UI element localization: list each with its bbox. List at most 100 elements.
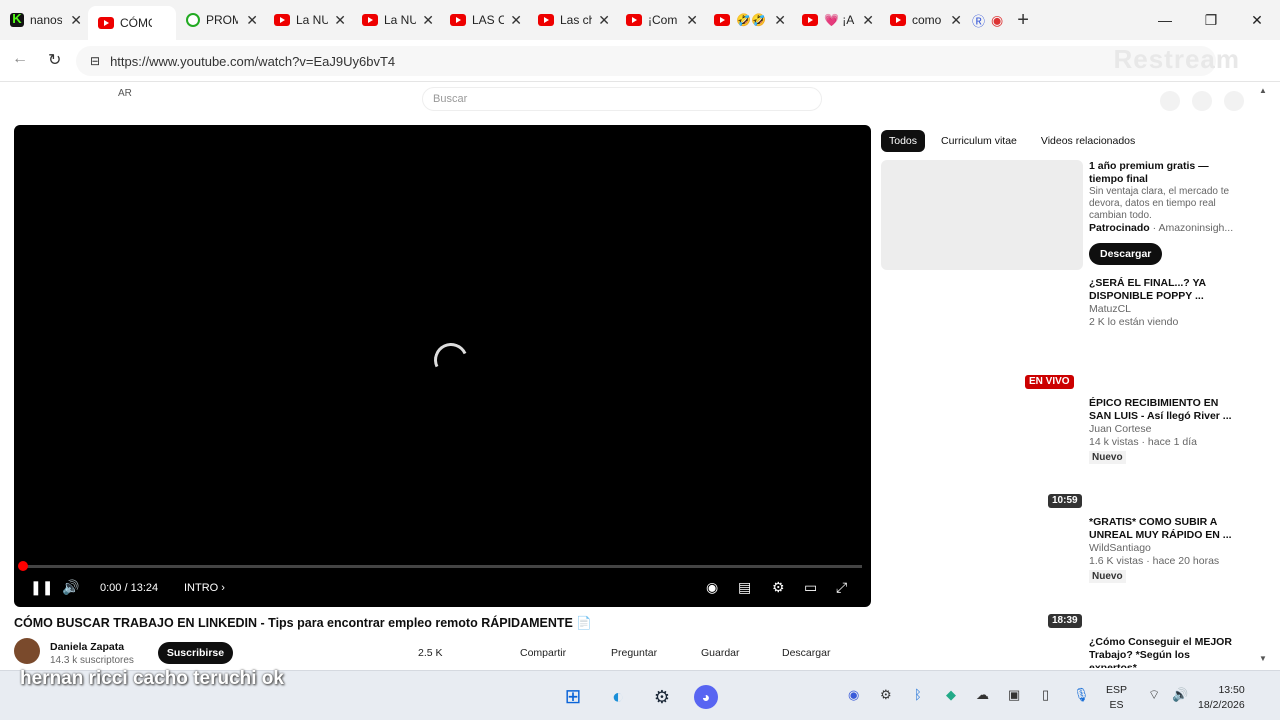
close-window-button[interactable]: ✕ xyxy=(1234,0,1280,40)
create-icon[interactable] xyxy=(1160,91,1180,111)
browser-tab[interactable]: ¡Com ✕ xyxy=(616,4,704,36)
microphone-icon[interactable]: 🎙 xyxy=(1073,687,1090,703)
browser-tab[interactable]: como ✕ xyxy=(880,4,968,36)
onedrive-icon[interactable]: ☁ xyxy=(976,687,989,703)
browser-tab[interactable]: Knanos ✕ xyxy=(0,4,88,36)
duration-badge: 10:59 xyxy=(1048,494,1082,508)
rec-title: ÉPICO RECIBIMIENTO EN SAN LUIS - Así lle… xyxy=(1089,397,1232,422)
chapter-button[interactable]: INTRO › xyxy=(184,582,225,594)
maximize-button[interactable]: ❐ xyxy=(1188,0,1234,40)
player-controls: ❚❚ 🔊 0:00 / 13:24 INTRO › ◉ ▤ ⚙ ▭ ⤢ xyxy=(14,575,871,599)
close-tab-icon[interactable]: ✕ xyxy=(510,12,522,29)
site-info-icon[interactable]: ⊟ xyxy=(90,54,100,68)
browser-tab-active[interactable]: CÓMO xyxy=(88,6,176,40)
close-tab-icon[interactable]: ✕ xyxy=(950,12,962,29)
close-tab-icon[interactable]: ✕ xyxy=(774,12,786,29)
save-button[interactable]: Guardar xyxy=(701,647,740,659)
like-button[interactable]: 2.5 K xyxy=(418,647,443,659)
wifi-icon[interactable]: ⌔ xyxy=(1148,687,1160,703)
url-field[interactable]: ⊟ https://www.youtube.com/watch?v=EaJ9Uy… xyxy=(76,46,1216,76)
youtube-icon xyxy=(98,17,114,29)
battery-icon[interactable]: ▯ xyxy=(1042,687,1049,703)
input-language[interactable]: ESP ES xyxy=(1106,683,1127,713)
bluetooth-icon[interactable]: ᛒ xyxy=(914,687,922,702)
chip-all[interactable]: Todos xyxy=(881,130,926,152)
ad-card[interactable]: 1 año premium gratis — tiempo final Sin … xyxy=(1089,160,1239,265)
youtube-icon xyxy=(362,14,378,26)
record-icon[interactable]: ◉ xyxy=(991,12,1003,29)
browser-tab[interactable]: La NU ✕ xyxy=(352,4,440,36)
recommendation-item[interactable]: *GRATIS* COMO SUBIR A UNREAL MUY RÁPIDO … xyxy=(1089,516,1239,583)
speaker-icon[interactable]: 🔊 xyxy=(1172,687,1188,703)
share-button[interactable]: Compartir xyxy=(520,647,566,659)
tab-title: LAS C xyxy=(472,13,504,27)
scroll-down-icon[interactable]: ▼ xyxy=(1259,654,1267,663)
tray-app2-icon[interactable]: ◆ xyxy=(946,687,956,703)
notifications-icon[interactable] xyxy=(1192,91,1212,111)
system-clock[interactable]: 13:50 18/2/2026 xyxy=(1198,683,1245,713)
tray-app-icon[interactable]: ◉ xyxy=(848,687,859,703)
steam-tray-icon[interactable]: ⚙ xyxy=(880,687,892,703)
windows-start-icon[interactable]: ⊞ xyxy=(561,685,585,709)
close-tab-icon[interactable]: ✕ xyxy=(862,12,874,29)
close-tab-icon[interactable]: ✕ xyxy=(422,12,434,29)
recommendation-item[interactable]: ¿Cómo Conseguir el MEJOR Trabajo? *Según… xyxy=(1089,636,1239,668)
avatar-icon[interactable] xyxy=(1224,91,1244,111)
new-tab-button[interactable]: + xyxy=(1017,9,1029,32)
browser-tab[interactable]: 🤣🤣 ✕ xyxy=(704,4,792,36)
youtube-icon xyxy=(802,14,818,26)
volume-icon[interactable]: 🔊 xyxy=(62,579,79,596)
recommendation-item[interactable]: ¿SERÁ EL FINAL...? YA DISPONIBLE POPPY .… xyxy=(1089,277,1239,329)
browser-tab[interactable]: 💗 ¡A ✕ xyxy=(792,4,880,36)
subtitles-icon[interactable]: ▤ xyxy=(738,579,751,596)
youtube-icon xyxy=(450,14,466,26)
recommendation-item[interactable]: ÉPICO RECIBIMIENTO EN SAN LUIS - Así lle… xyxy=(1089,397,1239,464)
close-tab-icon[interactable]: ✕ xyxy=(598,12,610,29)
close-tab-icon[interactable]: ✕ xyxy=(686,12,698,29)
progress-bar[interactable] xyxy=(18,561,862,571)
autoplay-toggle-icon[interactable]: ◉ xyxy=(706,579,718,596)
stream-chat-overlay: hernan ricci cacho teruchi ok xyxy=(20,668,284,689)
chip-related[interactable]: Videos relacionados xyxy=(1033,130,1143,152)
settings-icon[interactable]: ⚙ xyxy=(772,579,785,596)
tab-title: 🤣🤣 xyxy=(736,13,766,27)
page-scrollbar[interactable]: ▲ ▼ xyxy=(1258,86,1268,666)
close-tab-icon[interactable]: ✕ xyxy=(334,12,346,29)
browser-tab[interactable]: La NU ✕ xyxy=(264,4,352,36)
scroll-up-icon[interactable]: ▲ xyxy=(1259,86,1267,95)
discord-icon[interactable]: ◕ xyxy=(694,685,718,709)
browser-tab[interactable]: PROM ✕ xyxy=(176,4,264,36)
extension-icon[interactable]: Ⓡ xyxy=(972,11,985,30)
scrubber-handle[interactable] xyxy=(18,561,28,571)
steam-icon[interactable]: ⚙ xyxy=(650,685,674,709)
subscribe-button[interactable]: Suscribirse xyxy=(158,642,233,664)
edge-icon[interactable]: ◐ xyxy=(606,685,630,709)
rec-channel: MatuzCL xyxy=(1089,303,1132,315)
channel-name[interactable]: Daniela Zapata xyxy=(50,641,124,653)
ad-download-button[interactable]: Descargar xyxy=(1089,243,1163,265)
rec-title: ¿Cómo Conseguir el MEJOR Trabajo? *Según… xyxy=(1089,636,1232,668)
channel-avatar[interactable] xyxy=(14,638,40,664)
ask-button[interactable]: Preguntar xyxy=(611,647,657,659)
reload-icon[interactable]: ↻ xyxy=(48,50,61,70)
download-button[interactable]: Descargar xyxy=(782,647,830,659)
close-tab-icon[interactable]: ✕ xyxy=(246,12,258,29)
ad-thumbnail[interactable] xyxy=(881,160,1083,270)
browser-tab[interactable]: Las ch ✕ xyxy=(528,4,616,36)
youtube-icon xyxy=(626,14,642,26)
video-player[interactable]: ❚❚ 🔊 0:00 / 13:24 INTRO › ◉ ▤ ⚙ ▭ ⤢ xyxy=(14,125,871,607)
gamepad-icon[interactable]: ▣ xyxy=(1008,687,1020,703)
address-bar-row: ← ↻ ⊟ https://www.youtube.com/watch?v=Ea… xyxy=(0,40,1280,82)
tab-title: ¡Com xyxy=(648,13,678,27)
close-tab-icon[interactable]: ✕ xyxy=(70,12,82,29)
search-input[interactable]: Buscar xyxy=(422,87,822,111)
rec-meta: 2 K lo están viendo xyxy=(1089,316,1179,328)
back-icon[interactable]: ← xyxy=(12,50,28,68)
kick-icon: K xyxy=(10,12,24,27)
minimize-button[interactable]: — xyxy=(1142,0,1188,40)
browser-tab[interactable]: LAS C ✕ xyxy=(440,4,528,36)
theater-mode-icon[interactable]: ▭ xyxy=(804,579,817,596)
fullscreen-icon[interactable]: ⤢ xyxy=(836,579,847,596)
chip-cv[interactable]: Curriculum vitae xyxy=(933,130,1025,152)
pause-icon[interactable]: ❚❚ xyxy=(30,579,53,596)
